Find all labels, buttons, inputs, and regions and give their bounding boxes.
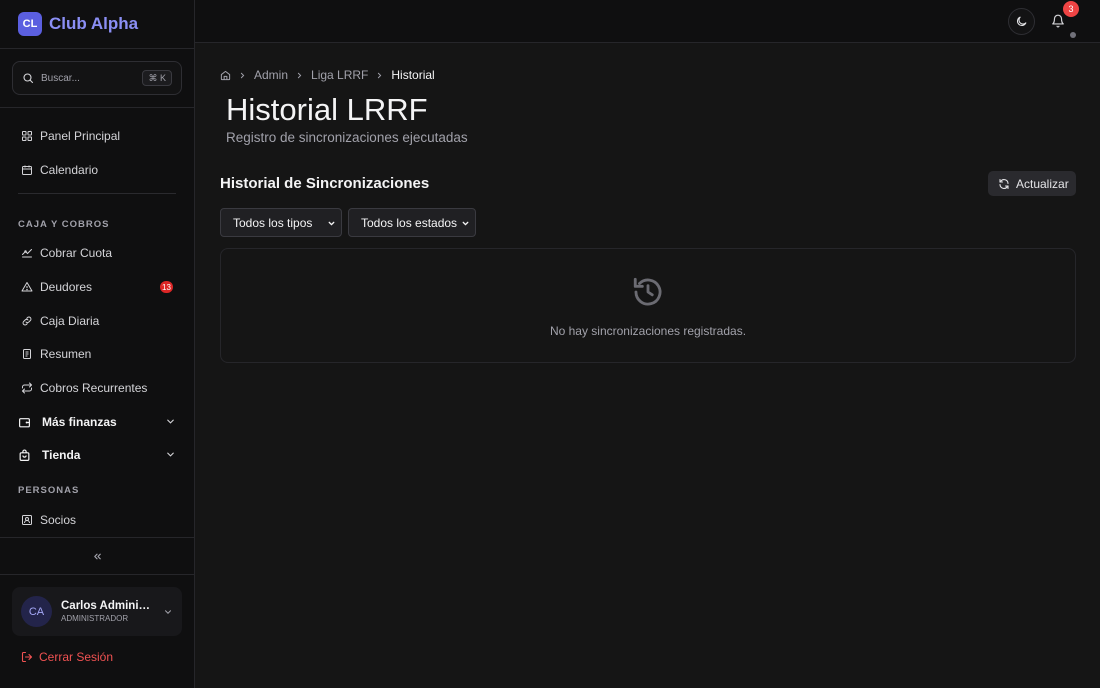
sidebar-item-cobrar-cuota[interactable]: Cobrar Cuota: [12, 238, 182, 268]
chevron-down-icon: [165, 449, 176, 460]
page-subtitle: Registro de sincronizaciones ejecutadas: [226, 130, 468, 145]
breadcrumb-link-liga[interactable]: Liga LRRF: [311, 68, 368, 82]
sidebar-item-label: Socios: [40, 513, 77, 527]
receipt-icon: [21, 348, 33, 360]
breadcrumb: Admin Liga LRRF Historial: [220, 68, 435, 82]
deudores-count-badge: 13: [160, 281, 173, 293]
search-shortcut: ⌘ K: [142, 70, 172, 86]
section-label-personas: PERSONAS: [18, 485, 80, 496]
history-icon: [631, 275, 665, 309]
topbar: 3: [195, 0, 1100, 43]
repeat-icon: [21, 382, 33, 394]
sidebar-item-caja-diaria[interactable]: Caja Diaria: [12, 306, 182, 336]
collapse-sidebar-button[interactable]: [0, 537, 194, 575]
page-title: Historial LRRF: [226, 92, 428, 127]
user-name: Carlos Administrador: [61, 600, 153, 612]
search-input[interactable]: Buscar... ⌘ K: [12, 61, 182, 95]
sidebar-item-label: Caja Diaria: [40, 314, 100, 328]
money-icon: [21, 247, 33, 259]
sidebar: CL Club Alpha Buscar... ⌘ K Panel Princi…: [0, 0, 195, 688]
chevron-right-icon: [238, 71, 247, 80]
grid-icon: [21, 130, 33, 142]
logout-icon: [21, 651, 33, 663]
refresh-button[interactable]: Actualizar: [988, 171, 1076, 196]
chevron-right-icon: [295, 71, 304, 80]
type-filter-value: Todos los tipos: [233, 215, 313, 230]
bell-icon: [1051, 14, 1065, 28]
sync-history-panel: No hay sincronizaciones registradas.: [220, 248, 1076, 363]
type-filter-select[interactable]: Todos los tipos: [220, 208, 342, 237]
moon-icon: [1015, 15, 1028, 28]
logout-button[interactable]: Cerrar Sesión: [21, 650, 113, 664]
sidebar-item-label: Calendario: [40, 163, 99, 177]
section-title: Historial de Sincronizaciones: [220, 175, 430, 192]
sidebar-item-label: Deudores: [40, 280, 93, 294]
chevron-down-icon: [327, 219, 336, 228]
sidebar-group-label: Más finanzas: [42, 415, 117, 429]
brand-logo: CL: [18, 12, 42, 36]
search-icon: [22, 72, 34, 84]
chevron-down-icon: [461, 219, 470, 228]
bag-icon: [18, 449, 31, 462]
refresh-icon: [998, 178, 1010, 190]
calendar-icon: [21, 164, 33, 176]
chevron-down-icon: [163, 607, 173, 617]
chevrons-left-icon: [92, 551, 103, 562]
sidebar-group-label: Tienda: [42, 448, 81, 462]
empty-state-message: No hay sincronizaciones registradas.: [549, 324, 747, 338]
status-dot: [1070, 32, 1076, 38]
section-label-caja: CAJA Y COBROS: [18, 219, 110, 230]
brand[interactable]: CL Club Alpha: [0, 0, 194, 49]
link-icon: [21, 315, 33, 327]
user-role: ADMINISTRADOR: [61, 614, 129, 623]
sidebar-group-tienda[interactable]: Tienda: [12, 440, 182, 470]
warning-icon: [21, 281, 33, 293]
breadcrumb-current: Historial: [391, 68, 435, 82]
breadcrumb-link-admin[interactable]: Admin: [254, 68, 288, 82]
chevron-right-icon: [375, 71, 384, 80]
sidebar-item-label: Cobros Recurrentes: [40, 381, 148, 395]
avatar: CA: [21, 596, 52, 627]
sidebar-item-label: Cobrar Cuota: [40, 246, 113, 260]
notification-count-badge: 3: [1063, 1, 1079, 17]
refresh-label: Actualizar: [1016, 176, 1069, 191]
user-info: Carlos Administrador ADMINISTRADOR: [61, 600, 153, 623]
sidebar-item-calendario[interactable]: Calendario: [12, 155, 182, 185]
search-placeholder: Buscar...: [41, 72, 80, 84]
logout-label: Cerrar Sesión: [39, 650, 114, 664]
sidebar-item-label: Panel Principal: [40, 129, 121, 143]
sidebar-item-resumen[interactable]: Resumen: [12, 339, 182, 369]
theme-toggle-button[interactable]: [1008, 8, 1035, 35]
search-container: Buscar... ⌘ K: [0, 49, 194, 108]
chevron-down-icon: [165, 416, 176, 427]
brand-name: Club Alpha: [49, 14, 139, 33]
sidebar-item-cobros-recurrentes[interactable]: Cobros Recurrentes: [12, 373, 182, 403]
home-icon[interactable]: [220, 70, 231, 81]
sidebar-item-panel-principal[interactable]: Panel Principal: [12, 121, 182, 151]
sidebar-item-deudores[interactable]: Deudores 13: [12, 272, 182, 302]
wallet-icon: [18, 416, 31, 429]
id-card-icon: [21, 514, 33, 526]
sidebar-group-mas-finanzas[interactable]: Más finanzas: [12, 407, 182, 437]
status-filter-value: Todos los estados: [361, 215, 458, 230]
sidebar-divider: [18, 193, 176, 194]
sidebar-item-socios[interactable]: Socios: [12, 505, 182, 535]
user-menu[interactable]: CA Carlos Administrador ADMINISTRADOR: [12, 587, 182, 636]
status-filter-select[interactable]: Todos los estados: [348, 208, 476, 237]
sidebar-item-label: Resumen: [40, 347, 92, 361]
